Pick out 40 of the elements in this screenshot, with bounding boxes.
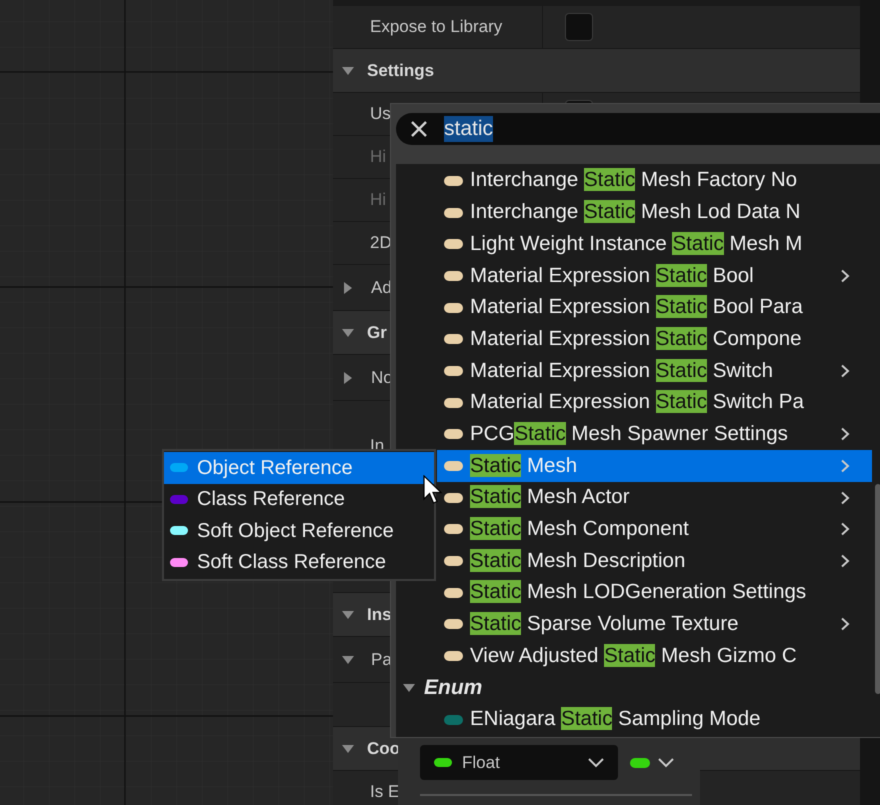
type-list-item[interactable]: Material Expression Static Switch Pa bbox=[437, 386, 872, 418]
pin-type-dropdown[interactable]: Float bbox=[420, 745, 618, 780]
type-list-item[interactable]: Static Sparse Volume Texture bbox=[437, 608, 872, 640]
type-list-item[interactable]: Light Weight Instance Static Mesh M bbox=[437, 228, 872, 260]
type-list-item[interactable]: ENiagara Static Sampling Mode bbox=[437, 704, 872, 736]
property-label: Expose to Library bbox=[370, 16, 502, 38]
property-label: Us bbox=[370, 103, 391, 126]
type-list-item[interactable]: Material Expression Static Compone bbox=[437, 323, 872, 356]
type-list-item[interactable]: Static Mesh Component bbox=[437, 514, 872, 546]
search-field[interactable]: static bbox=[396, 113, 880, 145]
type-list-item[interactable]: Material Expression Static Switch bbox=[437, 355, 872, 387]
type-list-item[interactable]: Static Mesh Actor bbox=[437, 482, 872, 514]
property-label: Hi bbox=[370, 146, 386, 168]
section-label: Settings bbox=[367, 60, 434, 82]
type-list-item[interactable]: Material Expression Static Bool Para bbox=[437, 292, 872, 324]
property-label: Is E bbox=[370, 781, 400, 804]
type-list-item[interactable]: Interchange Static Mesh Lod Data N bbox=[437, 196, 872, 228]
close-icon[interactable] bbox=[410, 120, 428, 138]
submenu-item[interactable]: Soft Object Reference bbox=[164, 515, 434, 546]
property-label: Hi bbox=[370, 189, 386, 212]
chevron-down-icon bbox=[588, 758, 604, 768]
category-header[interactable]: Enum bbox=[396, 672, 880, 704]
checkbox[interactable] bbox=[565, 13, 593, 41]
type-list-item[interactable]: Interchange Static Mesh Factory No bbox=[437, 165, 872, 197]
scrollbar[interactable] bbox=[875, 484, 880, 694]
type-list-item[interactable]: View Adjusted Static Mesh Gizmo C bbox=[437, 640, 872, 672]
type-list-item[interactable]: Static Mesh Description bbox=[437, 545, 872, 577]
section-header[interactable]: Settings bbox=[333, 49, 860, 93]
submenu-item[interactable]: Object Reference bbox=[164, 452, 434, 484]
section-label: Coo bbox=[367, 738, 400, 760]
type-pill-icon bbox=[630, 758, 650, 768]
type-list-item[interactable]: Material Expression Static Bool bbox=[437, 260, 872, 292]
submenu-item[interactable]: Soft Class Reference bbox=[164, 546, 434, 578]
section-label: Gr bbox=[367, 322, 387, 344]
section-label: Ins bbox=[367, 604, 392, 626]
mouse-pointer-icon bbox=[423, 475, 443, 505]
type-list-item[interactable]: Static Mesh bbox=[437, 450, 872, 482]
type-list-item[interactable]: Static Mesh LODGeneration Settings bbox=[437, 576, 872, 609]
type-list-item[interactable]: PCGStatic Mesh Spawner Settings bbox=[437, 418, 872, 450]
chevron-down-icon bbox=[658, 758, 674, 768]
